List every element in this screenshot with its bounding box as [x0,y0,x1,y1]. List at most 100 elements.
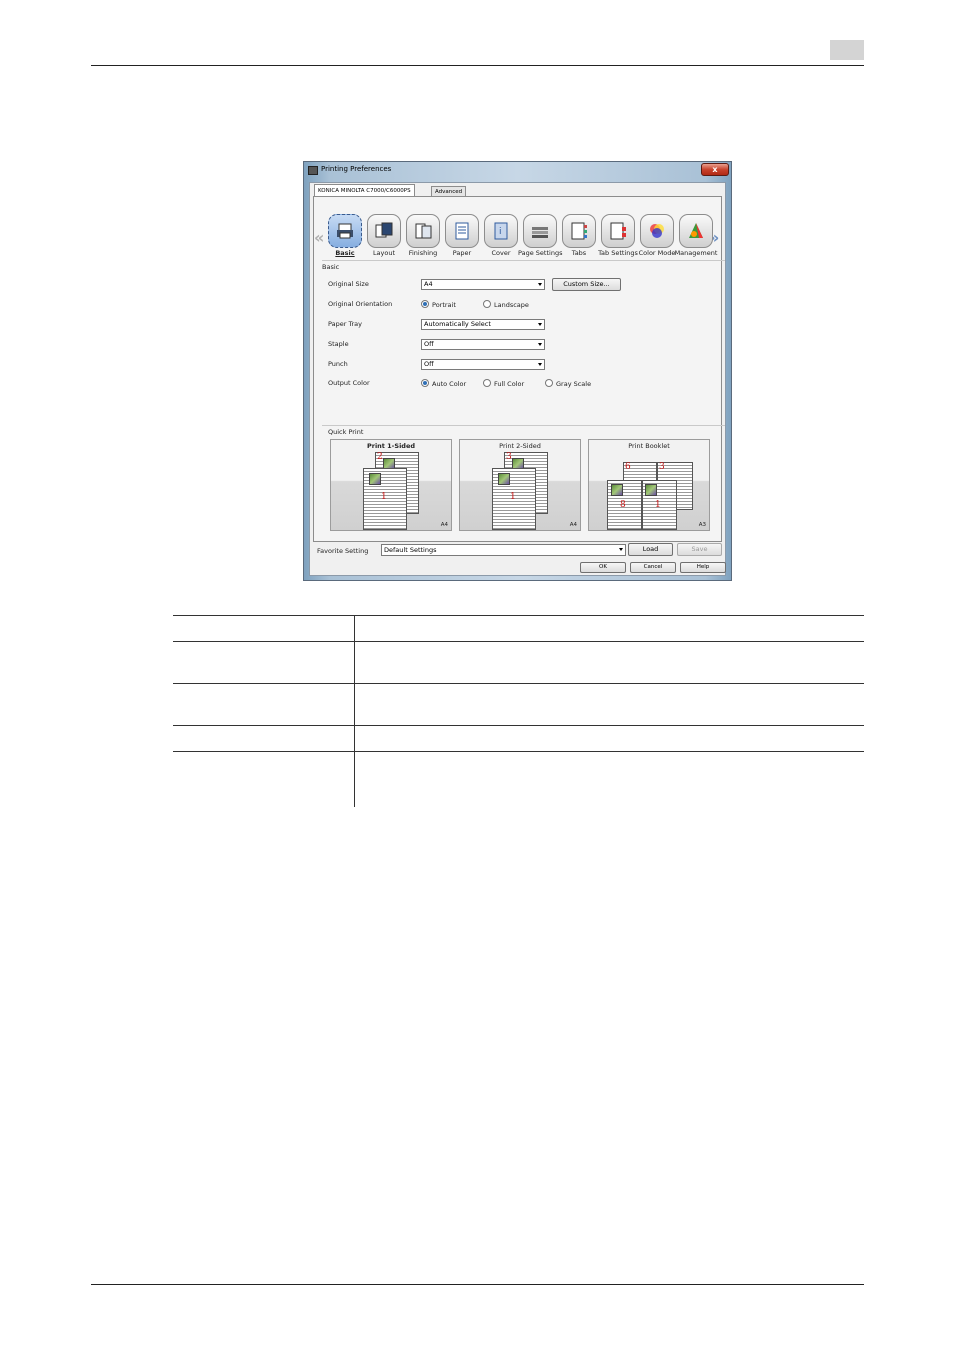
original-size-select[interactable]: A4 [421,279,545,290]
original-orientation-label: Original Orientation [328,300,393,308]
chevron-down-icon [538,343,542,346]
chevron-down-icon [538,323,542,326]
toolbar-tabs-button[interactable] [562,214,596,248]
portrait-radio[interactable]: Portrait [421,300,456,309]
toolbar-tab-settings-button[interactable] [601,214,635,248]
paper-icon [455,222,469,240]
toolbar-finishing-label: Finishing [408,249,438,257]
dialog-body: KONICA MINOLTA C7000/C6000PS Advanced « … [309,182,726,576]
chevron-down-icon [538,283,542,286]
full-color-label: Full Color [494,380,525,388]
page-number-2: 2 [377,452,383,462]
full-color-radio[interactable]: Full Color [483,379,524,388]
dialog-title: Printing Preferences [321,165,392,173]
print-2-sided-button[interactable]: Print 2-Sided 3 1 A4 [459,439,581,531]
toolbar-basic-button[interactable] [328,214,362,248]
paper-tray-label: Paper Tray [328,320,362,328]
print-booklet-size: A3 [698,522,706,528]
color-mode-icon [650,224,664,238]
gray-scale-label: Gray Scale [556,380,592,388]
punch-select[interactable]: Off [421,359,545,370]
toolbar-page-settings-button[interactable] [523,214,557,248]
print-booklet-button[interactable]: Print Booklet 6 3 8 1 A3 [588,439,710,531]
tabs-icon [571,222,587,240]
table-row-rule [173,725,864,726]
punch-value: Off [424,360,434,368]
chevron-down-icon [538,363,542,366]
favorite-setting-select[interactable]: Default Settings [381,544,626,556]
toolbar-paper-label: Paper [452,249,472,257]
page-number-1: 1 [381,492,387,502]
save-button[interactable]: Save [677,543,722,556]
auto-color-radio[interactable]: Auto Color [421,379,466,388]
toolbar-tabs-label: Tabs [571,249,587,257]
toolbar-finishing-button[interactable] [406,214,440,248]
basic-icon [337,223,353,239]
tab-settings-icon [610,222,626,240]
toolbar-color-mode-label: Color Mode [638,249,676,257]
toolbar-paper-button[interactable] [445,214,479,248]
toolbar-layout-label: Layout [372,249,396,257]
toolbar-basic-label: Basic [335,249,355,257]
tab-panel: « » i Basic Layout Finishing Paper Cover… [313,196,725,542]
staple-value: Off [424,340,434,348]
staple-label: Staple [328,340,349,348]
portrait-label: Portrait [432,301,456,309]
cover-icon: i [494,222,508,240]
quick-print-separator [322,425,725,426]
ok-button[interactable]: OK [580,562,626,573]
custom-size-button[interactable]: Custom Size... [552,278,621,291]
toolbar-management-label: Management [674,249,718,257]
paper-tray-value: Automatically Select [424,320,491,328]
print-1-sided-size: A4 [440,522,448,528]
svg-text:i: i [499,227,502,237]
chevron-down-icon [619,548,623,551]
print-booklet-title: Print Booklet [628,442,670,450]
table-top-rule [173,615,864,616]
toolbar-tab-settings-label: Tab Settings [598,249,638,257]
basic-group-label: Basic [322,263,340,271]
table-row-rule [173,641,864,642]
landscape-label: Landscape [494,301,529,309]
scroll-left-icon[interactable]: « [314,228,324,247]
print-1-sided-title: Print 1-Sided [366,442,416,450]
toolbar-cover-button[interactable]: i [484,214,518,248]
auto-color-label: Auto Color [432,380,467,388]
original-size-value: A4 [424,280,433,288]
page-image-icon [498,473,510,485]
load-button[interactable]: Load [628,543,673,556]
paper-tray-select[interactable]: Automatically Select [421,319,545,330]
page-number-1: 1 [655,500,661,510]
close-button[interactable]: x [701,163,729,176]
quick-print-group-label: Quick Print [328,428,364,436]
table-row-rule [173,683,864,684]
layout-icon [375,222,393,238]
toolbar-separator [322,260,725,261]
table-row-rule [173,751,864,752]
finishing-icon [415,223,432,239]
radio-selected-icon [421,379,429,387]
landscape-radio[interactable]: Landscape [483,300,529,309]
footer-rule [91,1284,864,1285]
printer-icon [308,166,318,175]
staple-select[interactable]: Off [421,339,545,350]
print-2-sided-title: Print 2-Sided [499,442,541,450]
toolbar-color-mode-button[interactable] [640,214,674,248]
title-bar[interactable]: Printing Preferences x [304,162,731,180]
favorite-setting-label: Favorite Setting [317,547,369,555]
management-icon [689,223,703,238]
page-number-6: 6 [625,462,631,472]
help-button[interactable]: Help [680,562,726,573]
cancel-button[interactable]: Cancel [630,562,676,573]
page-image-icon [645,484,657,496]
page-settings-icon [532,227,548,238]
header-rule [91,65,864,66]
radio-unselected-icon [483,300,491,308]
gray-scale-radio[interactable]: Gray Scale [545,379,591,388]
page-number-3: 3 [659,462,665,472]
original-size-label: Original Size [328,280,369,288]
page-number-3: 3 [506,452,512,462]
print-1-sided-button[interactable]: Print 1-Sided 2 1 A4 [330,439,452,531]
toolbar-layout-button[interactable] [367,214,401,248]
toolbar-management-button[interactable] [679,214,713,248]
